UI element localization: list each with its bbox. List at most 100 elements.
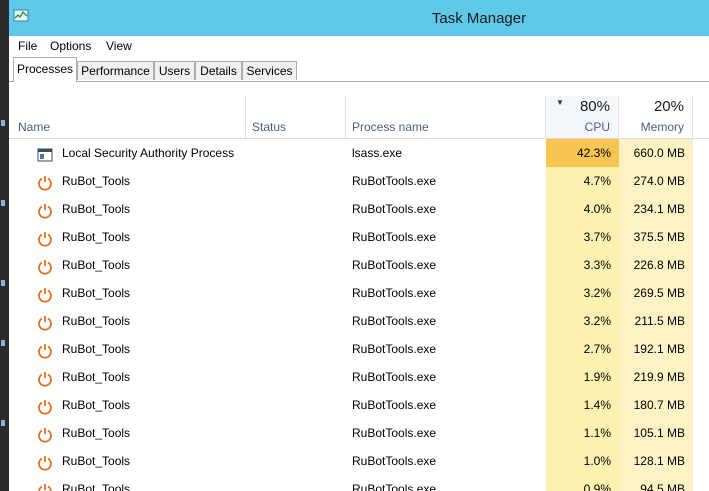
status-cell [252, 447, 346, 475]
column-status[interactable]: Status [246, 96, 346, 138]
memory-cell: 128.1 MB [619, 447, 693, 475]
memory-cell: 226.8 MB [619, 251, 693, 279]
process-exe-cell: RuBotTools.exe [352, 398, 437, 412]
status-cell [252, 251, 346, 279]
process-name-cell: RuBot_Tools [9, 447, 246, 475]
desktop-background [0, 0, 9, 491]
memory-cell: 105.1 MB [619, 419, 693, 447]
cpu-total: 80% [579, 98, 610, 115]
cpu-cell: 0.9% [546, 475, 619, 491]
process-row[interactable]: RuBot_Tools RuBotTools.exe 1.4% 180.7 MB [9, 391, 709, 419]
process-exe-cell: RuBotTools.exe [352, 286, 437, 300]
process-display-name: RuBot_Tools [62, 174, 131, 188]
process-name-cell: RuBot_Tools [9, 391, 246, 419]
status-cell [252, 167, 346, 195]
task-manager-window: Task Manager File Options View Processes… [9, 0, 709, 491]
status-cell [252, 391, 346, 419]
column-name[interactable]: Name [9, 96, 246, 138]
status-cell [252, 279, 346, 307]
tab-performance[interactable]: Performance [77, 61, 154, 80]
process-row[interactable]: RuBot_Tools RuBotTools.exe 3.2% 211.5 MB [9, 307, 709, 335]
process-row[interactable]: Local Security Authority Process lsass.ex… [9, 139, 709, 167]
tab-processes[interactable]: Processes [13, 57, 77, 82]
cpu-cell: 1.1% [546, 419, 619, 447]
process-row[interactable]: RuBot_Tools RuBotTools.exe 1.9% 219.9 MB [9, 363, 709, 391]
process-exe-cell: RuBotTools.exe [352, 202, 437, 216]
process-row[interactable]: RuBot_Tools RuBotTools.exe 4.7% 274.0 MB [9, 167, 709, 195]
tab-users[interactable]: Users [154, 61, 195, 80]
process-exe-cell: lsass.exe [352, 146, 403, 160]
process-display-name: RuBot_Tools [62, 426, 131, 440]
power-ring-icon [37, 481, 53, 491]
process-display-name: RuBot_Tools [62, 230, 131, 244]
process-exe-cell: RuBotTools.exe [352, 454, 437, 468]
process-display-name: RuBot_Tools [62, 454, 131, 468]
process-name-cell: RuBot_Tools [9, 195, 246, 223]
process-name-cell: RuBot_Tools [9, 223, 246, 251]
tab-details[interactable]: Details [195, 61, 242, 80]
column-status-label: Status [252, 120, 287, 134]
menu-file[interactable]: File [18, 39, 37, 53]
power-ring-icon [37, 229, 53, 247]
process-display-name: RuBot_Tools [62, 202, 131, 216]
memory-cell: 234.1 MB [619, 195, 693, 223]
column-process-name-label: Process name [352, 120, 429, 134]
memory-total: 20% [653, 98, 684, 115]
process-exe-cell: RuBotTools.exe [352, 370, 437, 384]
process-display-name: RuBot_Tools [62, 314, 131, 328]
status-cell [252, 363, 346, 391]
column-memory[interactable]: 20% Memory [619, 96, 693, 138]
power-ring-icon [37, 173, 53, 191]
menu-view[interactable]: View [106, 39, 132, 53]
memory-cell: 219.9 MB [619, 363, 693, 391]
process-exe-cell: RuBotTools.exe [352, 314, 437, 328]
process-row[interactable]: RuBot_Tools RuBotTools.exe 1.1% 105.1 MB [9, 419, 709, 447]
desktop-icon-fragment [1, 200, 5, 206]
process-row[interactable]: RuBot_Tools RuBotTools.exe 1.0% 128.1 MB [9, 447, 709, 475]
cpu-cell: 4.0% [546, 195, 619, 223]
process-name-cell: RuBot_Tools [9, 475, 246, 491]
process-row[interactable]: RuBot_Tools RuBotTools.exe 4.0% 234.1 MB [9, 195, 709, 223]
power-ring-icon [37, 341, 53, 359]
process-display-name: RuBot_Tools [62, 370, 131, 384]
process-exe-cell: RuBotTools.exe [352, 342, 437, 356]
title-bar[interactable]: Task Manager [9, 0, 709, 36]
process-row[interactable]: RuBot_Tools RuBotTools.exe 3.2% 269.5 MB [9, 279, 709, 307]
cpu-cell: 42.3% [546, 139, 619, 167]
process-exe-cell: RuBotTools.exe [352, 174, 437, 188]
column-header: Name Status Process name ▼ 80% CPU 20% M… [9, 96, 709, 139]
power-ring-icon [37, 425, 53, 443]
process-row[interactable]: RuBot_Tools RuBotTools.exe 3.3% 226.8 MB [9, 251, 709, 279]
process-name-cell: RuBot_Tools [9, 335, 246, 363]
process-row[interactable]: RuBot_Tools RuBotTools.exe 0.9% 94.5 MB [9, 475, 709, 491]
process-display-name: RuBot_Tools [62, 342, 131, 356]
menu-options[interactable]: Options [50, 39, 91, 53]
service-window-icon [37, 145, 53, 162]
memory-cell: 660.0 MB [619, 139, 693, 167]
status-cell [252, 139, 346, 167]
column-process-name[interactable]: Process name [346, 96, 546, 138]
process-exe-cell: RuBotTools.exe [352, 426, 437, 440]
tab-strip: Processes Performance Users Details Serv… [9, 57, 709, 82]
process-name-cell: RuBot_Tools [9, 307, 246, 335]
status-cell [252, 307, 346, 335]
memory-cell: 180.7 MB [619, 391, 693, 419]
process-row[interactable]: RuBot_Tools RuBotTools.exe 3.7% 375.5 MB [9, 223, 709, 251]
desktop-icon-fragment [1, 120, 5, 126]
memory-cell: 192.1 MB [619, 335, 693, 363]
memory-cell: 211.5 MB [619, 307, 693, 335]
process-row[interactable]: RuBot_Tools RuBotTools.exe 2.7% 192.1 MB [9, 335, 709, 363]
column-cpu[interactable]: ▼ 80% CPU [546, 96, 619, 138]
process-display-name: Local Security Authority Process [62, 146, 235, 160]
process-display-name: RuBot_Tools [62, 258, 131, 272]
status-cell [252, 335, 346, 363]
process-name-cell: RuBot_Tools [9, 419, 246, 447]
tab-services[interactable]: Services [242, 61, 297, 80]
cpu-cell: 2.7% [546, 335, 619, 363]
process-name-cell: RuBot_Tools [9, 251, 246, 279]
cpu-cell: 3.3% [546, 251, 619, 279]
desktop-icon-fragment [1, 280, 5, 286]
cpu-cell: 3.2% [546, 307, 619, 335]
cpu-cell: 3.7% [546, 223, 619, 251]
column-cpu-label: CPU [584, 120, 610, 134]
